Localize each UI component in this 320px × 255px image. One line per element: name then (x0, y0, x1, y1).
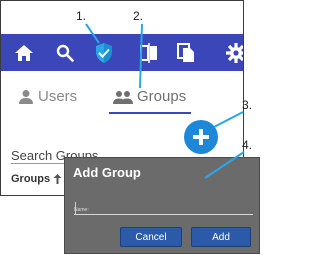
add-button[interactable]: Add (191, 227, 251, 247)
plus-icon (193, 129, 209, 145)
top-navigation-bar (1, 34, 243, 71)
name-field-label: Name: (74, 207, 89, 213)
copy-icon[interactable] (169, 34, 203, 71)
name-input[interactable] (74, 214, 253, 215)
shield-icon[interactable] (87, 34, 121, 71)
tab-users-label: Users (38, 88, 78, 105)
active-tab-indicator (109, 112, 191, 114)
compare-icon[interactable] (132, 34, 166, 71)
tab-bar: Users Groups (1, 80, 243, 116)
group-icon (113, 90, 133, 104)
add-group-button[interactable] (184, 120, 218, 154)
callout-4: 4. (242, 138, 253, 152)
gear-icon[interactable] (219, 34, 243, 71)
groups-column-header[interactable]: Groups (11, 173, 62, 185)
callout-2: 2. (133, 9, 144, 23)
user-icon (19, 89, 33, 104)
add-group-dialog: Add Group Name: Cancel Add (64, 157, 260, 254)
home-icon[interactable] (7, 34, 41, 71)
cancel-button[interactable]: Cancel (120, 227, 182, 247)
tab-groups[interactable]: Groups (113, 80, 186, 113)
callout-1: 1. (76, 9, 87, 23)
tab-users[interactable]: Users (18, 80, 77, 113)
groups-column-label: Groups (11, 173, 51, 185)
dialog-title: Add Group (73, 165, 141, 180)
search-icon[interactable] (48, 34, 82, 71)
text-cursor (75, 202, 76, 214)
callout-3: 3. (242, 98, 253, 112)
arrow-up-icon (53, 174, 62, 184)
tab-groups-label: Groups (137, 88, 187, 105)
